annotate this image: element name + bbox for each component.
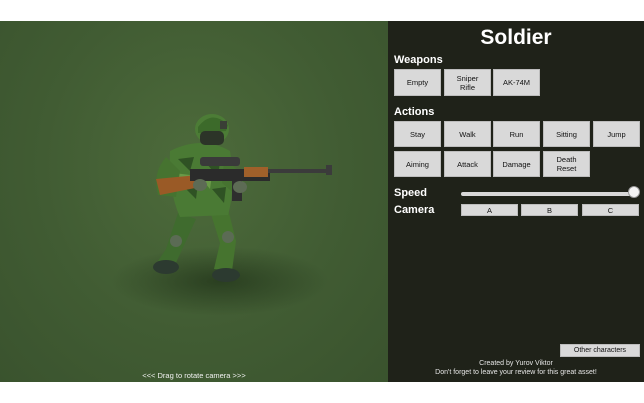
action-jump-button[interactable]: Jump <box>593 121 640 147</box>
action-walk-button[interactable]: Walk <box>444 121 491 147</box>
game-stage: <<< Drag to rotate camera >>> Soldier We… <box>0 21 644 382</box>
soldier-character <box>153 114 332 282</box>
control-panel: Soldier Weapons Empty Sniper Rifle AK-74… <box>388 21 644 382</box>
action-sitting-button[interactable]: Sitting <box>543 121 590 147</box>
weapon-empty-button[interactable]: Empty <box>394 69 441 96</box>
character-viewport[interactable]: <<< Drag to rotate camera >>> <box>0 21 388 382</box>
weapons-label: Weapons <box>394 54 443 66</box>
action-aiming-button[interactable]: Aiming <box>394 151 441 177</box>
credit-author: Created by Yurov Viktor <box>479 360 553 367</box>
camera-b-button[interactable]: B <box>521 204 578 216</box>
speed-slider-track[interactable] <box>461 192 634 196</box>
action-run-button[interactable]: Run <box>493 121 540 147</box>
page-title: Soldier <box>480 26 552 49</box>
speed-label: Speed <box>394 187 428 199</box>
action-attack-button[interactable]: Attack <box>444 151 491 177</box>
weapon-sniper-rifle-button[interactable]: Sniper Rifle <box>444 69 491 96</box>
drag-rotate-hint: <<< Drag to rotate camera >>> <box>142 371 246 380</box>
camera-a-button[interactable]: A <box>461 204 518 216</box>
camera-label: Camera <box>394 204 435 216</box>
speed-slider-handle[interactable] <box>628 186 640 198</box>
action-death-reset-button[interactable]: Death Reset <box>543 151 590 177</box>
camera-c-button[interactable]: C <box>582 204 639 216</box>
credit-review-note: Don't forget to leave your review for th… <box>435 369 597 376</box>
weapon-ak74m-button[interactable]: AK-74M <box>493 69 540 96</box>
action-damage-button[interactable]: Damage <box>493 151 540 177</box>
actions-label: Actions <box>394 106 435 118</box>
action-stay-button[interactable]: Stay <box>394 121 441 147</box>
other-characters-button[interactable]: Other characters <box>560 344 640 357</box>
